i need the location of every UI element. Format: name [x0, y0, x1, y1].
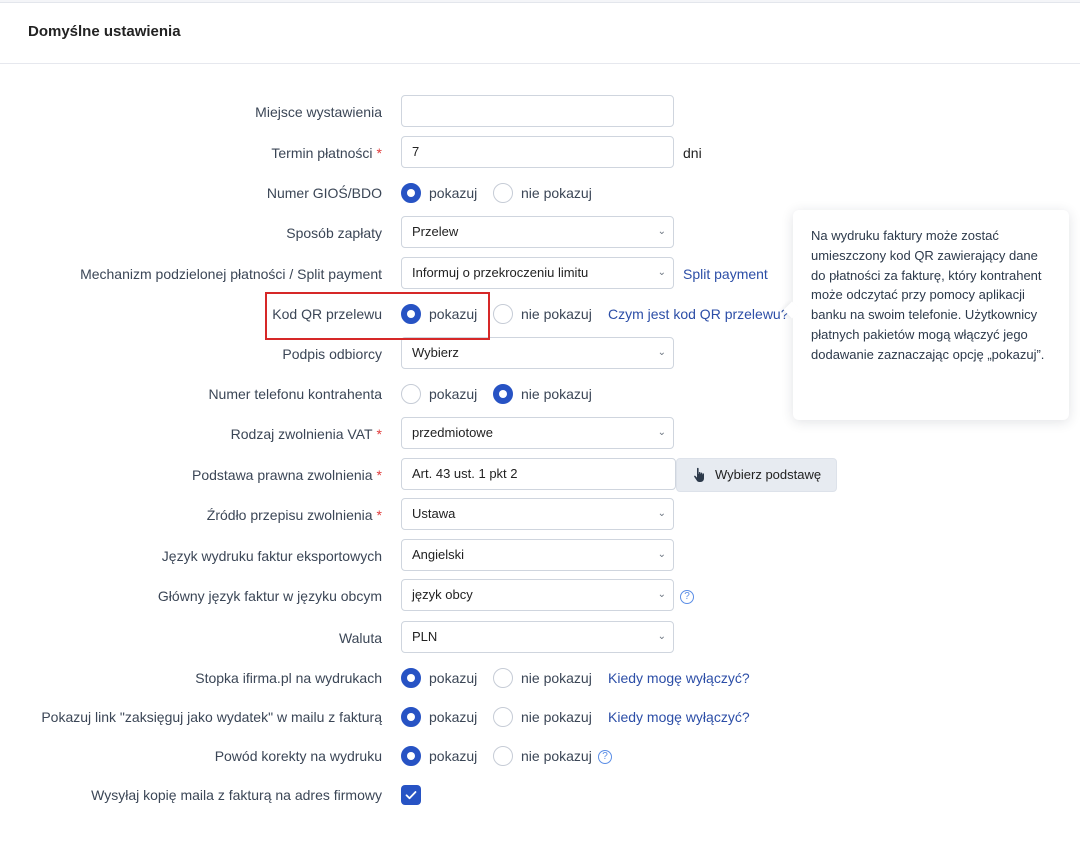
place-label: Miejsce wystawienia — [255, 104, 382, 120]
main-language-label: Główny język faktur w języku obcym — [157, 588, 382, 604]
row-gios: Numer GIOŚ/BDO pokazuj nie pokazuj — [0, 176, 1080, 210]
footer-show-radio[interactable] — [401, 668, 421, 688]
chevron-down-icon: ⌄ — [657, 549, 666, 560]
phone-label: Numer telefonu kontrahenta — [208, 386, 382, 402]
required-marker: * — [376, 145, 382, 161]
row-place: Miejsce wystawienia — [0, 95, 1080, 129]
regulation-source-label: Źródło przepisu zwolnienia * — [206, 507, 382, 523]
gios-hide-label[interactable]: nie pokazuj — [521, 176, 592, 210]
phone-show-radio[interactable] — [401, 384, 421, 404]
qr-hide-label[interactable]: nie pokazuj — [521, 297, 592, 331]
expense-link-label: Pokazuj link "zaksięguj jako wydatek" w … — [41, 709, 382, 725]
required-marker: * — [376, 507, 382, 523]
row-expense-link: Pokazuj link "zaksięguj jako wydatek" w … — [0, 700, 1080, 734]
footer-hide-radio[interactable] — [493, 668, 513, 688]
required-marker: * — [376, 426, 382, 442]
payment-method-label: Sposób zapłaty — [286, 225, 382, 241]
question-circle-icon[interactable]: ? — [598, 750, 612, 764]
row-regulation-source: Źródło przepisu zwolnienia * Ustawa ⌄ — [0, 498, 1080, 532]
expense-info-link[interactable]: Kiedy mogę wyłączyć? — [608, 700, 750, 734]
card-header: Domyślne ustawienia — [0, 3, 1080, 64]
tooltip-text: Na wydruku faktury może zostać umieszczo… — [811, 228, 1045, 362]
footer-hide-label[interactable]: nie pokazuj — [521, 661, 592, 695]
row-footer: Stopka ifirma.pl na wydrukach pokazuj ni… — [0, 661, 1080, 695]
row-payment-term: Termin płatności * 7 dni — [0, 136, 1080, 170]
qr-info-tooltip: Na wydruku faktury może zostać umieszczo… — [793, 210, 1069, 420]
page-title: Domyślne ustawienia — [28, 23, 181, 40]
split-payment-label: Mechanizm podzielonej płatności / Split … — [80, 266, 382, 282]
expense-show-radio[interactable] — [401, 707, 421, 727]
hand-pointer-icon — [694, 467, 704, 482]
signature-select[interactable]: Wybierz ⌄ — [401, 337, 674, 369]
mail-copy-checkbox[interactable] — [401, 785, 421, 805]
correction-hide-label[interactable]: nie pokazuj — [521, 739, 592, 773]
phone-hide-label[interactable]: nie pokazuj — [521, 377, 592, 411]
place-input[interactable] — [401, 95, 674, 127]
chevron-down-icon: ⌄ — [657, 226, 666, 237]
correction-reason-label: Powód korekty na wydruku — [214, 748, 382, 764]
correction-hide-radio[interactable] — [493, 746, 513, 766]
gios-hide-radio[interactable] — [493, 183, 513, 203]
currency-select[interactable]: PLN ⌄ — [401, 621, 674, 653]
split-payment-select[interactable]: Informuj o przekroczeniu limitu ⌄ — [401, 257, 674, 289]
row-currency: Waluta PLN ⌄ — [0, 621, 1080, 655]
expense-hide-radio[interactable] — [493, 707, 513, 727]
payment-term-suffix: dni — [683, 145, 702, 161]
chevron-down-icon: ⌄ — [657, 631, 666, 642]
export-language-label: Język wydruku faktur eksportowych — [161, 548, 382, 564]
check-icon — [405, 791, 417, 800]
question-circle-icon[interactable]: ? — [680, 590, 694, 604]
gios-show-radio[interactable] — [401, 183, 421, 203]
chevron-down-icon: ⌄ — [657, 427, 666, 438]
mail-copy-label: Wysyłaj kopię maila z fakturą na adres f… — [91, 787, 382, 803]
qr-highlight-box — [265, 292, 490, 340]
gios-show-label[interactable]: pokazuj — [429, 176, 477, 210]
row-legal-basis: Podstawa prawna zwolnienia * Art. 43 ust.… — [0, 458, 1080, 492]
qr-info-link[interactable]: Czym jest kod QR przelewu? — [608, 297, 789, 331]
row-mail-copy: Wysyłaj kopię maila z fakturą na adres f… — [0, 778, 1080, 812]
correction-show-radio[interactable] — [401, 746, 421, 766]
phone-hide-radio[interactable] — [493, 384, 513, 404]
correction-show-label[interactable]: pokazuj — [429, 739, 477, 773]
gios-label: Numer GIOŚ/BDO — [266, 185, 382, 201]
phone-show-label[interactable]: pokazuj — [429, 377, 477, 411]
vat-exemption-select[interactable]: przedmiotowe ⌄ — [401, 417, 674, 449]
chevron-down-icon: ⌄ — [657, 347, 666, 358]
footer-info-link[interactable]: Kiedy mogę wyłączyć? — [608, 661, 750, 695]
footer-label: Stopka ifirma.pl na wydrukach — [195, 670, 382, 686]
chevron-down-icon: ⌄ — [657, 508, 666, 519]
row-vat-exemption: Rodzaj zwolnienia VAT * przedmiotowe ⌄ — [0, 417, 1080, 451]
row-export-language: Język wydruku faktur eksportowych Angiel… — [0, 539, 1080, 573]
required-marker: * — [376, 467, 382, 483]
expense-show-label[interactable]: pokazuj — [429, 700, 477, 734]
qr-hide-radio[interactable] — [493, 304, 513, 324]
regulation-source-select[interactable]: Ustawa ⌄ — [401, 498, 674, 530]
footer-show-label[interactable]: pokazuj — [429, 661, 477, 695]
payment-term-label: Termin płatności * — [271, 145, 382, 161]
currency-label: Waluta — [338, 630, 382, 646]
payment-method-select[interactable]: Przelew ⌄ — [401, 216, 674, 248]
expense-hide-label[interactable]: nie pokazuj — [521, 700, 592, 734]
main-language-select[interactable]: język obcy ⌄ — [401, 579, 674, 611]
choose-basis-label: Wybierz podstawę — [715, 467, 822, 482]
chevron-down-icon: ⌄ — [657, 267, 666, 278]
payment-term-input[interactable]: 7 — [401, 136, 674, 168]
legal-basis-input[interactable]: Art. 43 ust. 1 pkt 2 — [401, 458, 676, 490]
choose-basis-button[interactable]: Wybierz podstawę — [676, 458, 837, 492]
export-language-select[interactable]: Angielski ⌄ — [401, 539, 674, 571]
settings-card: Domyślne ustawienia Miejsce wystawienia … — [0, 2, 1080, 843]
vat-exemption-label: Rodzaj zwolnienia VAT * — [230, 426, 382, 442]
split-payment-link[interactable]: Split payment — [683, 257, 768, 291]
row-correction-reason: Powód korekty na wydruku pokazuj nie pok… — [0, 739, 1080, 773]
chevron-down-icon: ⌄ — [657, 589, 666, 600]
signature-label: Podpis odbiorcy — [282, 346, 382, 362]
legal-basis-label: Podstawa prawna zwolnienia * — [191, 467, 382, 483]
row-main-language: Główny język faktur w języku obcym język… — [0, 579, 1080, 613]
